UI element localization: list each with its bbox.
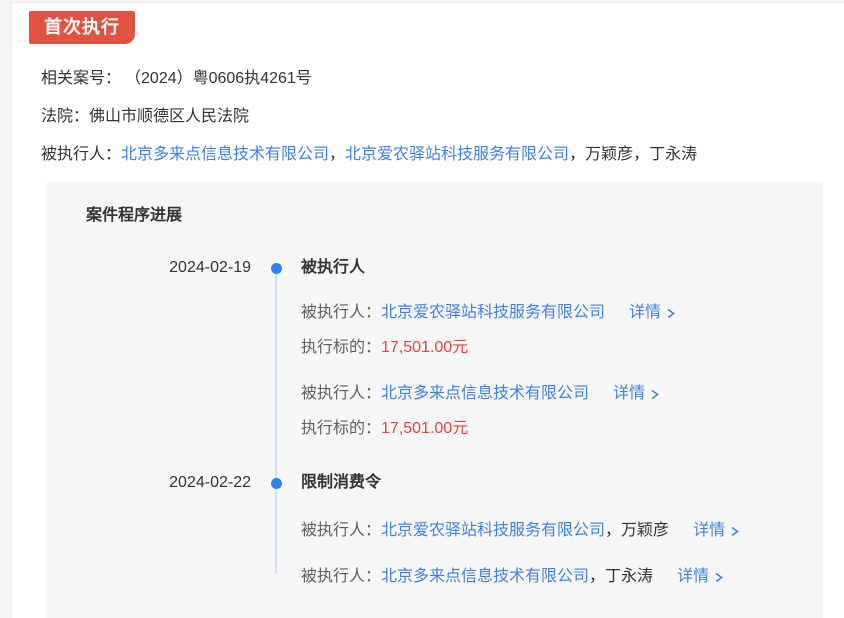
timeline-event: 2024-02-19 被执行人 被执行人：北京爱农驿站科技服务有限公司 详情 执行… bbox=[46, 257, 823, 464]
separator: ， bbox=[633, 146, 650, 163]
separator: ， bbox=[589, 568, 606, 585]
execution-detail-card: 首次执行 相关案号： （2024）粤0606执4261号 法院：佛山市顺德区人民法… bbox=[11, 2, 844, 618]
timeline-dot-icon bbox=[270, 478, 282, 489]
executee-detail-row: 被执行人：北京爱农驿站科技服务有限公司，万颖彦 详情 bbox=[301, 520, 823, 542]
target-amount: 17,501.00元 bbox=[381, 420, 469, 437]
executee-company-link[interactable]: 北京多来点信息技术有限公司 bbox=[121, 146, 329, 163]
timeline-connector-line bbox=[275, 274, 277, 574]
case-number-value: （2024）粤0606执4261号 bbox=[133, 70, 312, 87]
event-title: 限制消费令 bbox=[301, 474, 382, 491]
execution-target-row: 执行标的：17,501.00元 bbox=[301, 418, 823, 440]
event-title: 被执行人 bbox=[301, 259, 366, 276]
timeline-dot-icon bbox=[270, 263, 282, 274]
case-number-label: 相关案号： bbox=[41, 70, 122, 87]
first-execution-badge: 首次执行 bbox=[29, 11, 135, 44]
separator: ， bbox=[605, 522, 622, 539]
detail-link[interactable]: 详情 bbox=[613, 383, 661, 405]
detail-link[interactable]: 详情 bbox=[693, 520, 741, 542]
detail-link[interactable]: 详情 bbox=[677, 566, 725, 588]
executee-person: 丁永涛 bbox=[605, 568, 654, 585]
executee-company-link[interactable]: 北京多来点信息技术有限公司 bbox=[381, 568, 589, 585]
executee-company-link[interactable]: 北京爱农驿站科技服务有限公司 bbox=[381, 304, 605, 321]
executee-detail-row: 被执行人：北京多来点信息技术有限公司，丁永涛 详情 bbox=[301, 566, 823, 588]
separator: ， bbox=[329, 146, 346, 163]
target-label: 执行标的： bbox=[301, 420, 382, 437]
executee-label: 被执行人： bbox=[301, 385, 382, 402]
case-number-row: 相关案号： （2024）粤0606执4261号 bbox=[41, 68, 844, 90]
panel-title: 案件程序进展 bbox=[86, 207, 183, 224]
chevron-right-icon bbox=[667, 308, 675, 318]
chevron-right-icon bbox=[715, 572, 723, 582]
executee-person: 万颖彦 bbox=[585, 146, 634, 163]
event-entry: 被执行人：北京多来点信息技术有限公司 详情 执行标的：17,501.00元 bbox=[301, 383, 823, 440]
court-label: 法院： bbox=[41, 108, 90, 125]
target-amount: 17,501.00元 bbox=[381, 339, 469, 356]
event-date: 2024-02-19 bbox=[169, 259, 251, 276]
court-row: 法院：佛山市顺德区人民法院 bbox=[41, 106, 844, 128]
executee-detail-row: 被执行人：北京多来点信息技术有限公司 详情 bbox=[301, 383, 823, 405]
executee-person: 丁永涛 bbox=[649, 146, 698, 163]
timeline: 2024-02-19 被执行人 被执行人：北京爱农驿站科技服务有限公司 详情 执行… bbox=[46, 257, 823, 612]
detail-link[interactable]: 详情 bbox=[629, 302, 677, 324]
executee-label: 被执行人： bbox=[41, 146, 122, 163]
chevron-right-icon bbox=[731, 526, 739, 536]
target-label: 执行标的： bbox=[301, 339, 382, 356]
execution-target-row: 执行标的：17,501.00元 bbox=[301, 337, 823, 359]
executee-person: 万颖彦 bbox=[621, 522, 670, 539]
event-entry: 被执行人：北京多来点信息技术有限公司，丁永涛 详情 bbox=[301, 566, 823, 588]
executee-company-link[interactable]: 北京爱农驿站科技服务有限公司 bbox=[345, 146, 569, 163]
executee-company-link[interactable]: 北京多来点信息技术有限公司 bbox=[381, 385, 589, 402]
executee-label: 被执行人： bbox=[301, 568, 382, 585]
executee-label: 被执行人： bbox=[301, 522, 382, 539]
court-value: 佛山市顺德区人民法院 bbox=[89, 108, 250, 125]
event-entry: 被执行人：北京爱农驿站科技服务有限公司，万颖彦 详情 bbox=[301, 520, 823, 542]
event-entry: 被执行人：北京爱农驿站科技服务有限公司 详情 执行标的：17,501.00元 bbox=[301, 302, 823, 359]
executee-label: 被执行人： bbox=[301, 304, 382, 321]
timeline-event: 2024-02-22 限制消费令 被执行人：北京爱农驿站科技服务有限公司，万颖彦… bbox=[46, 472, 823, 612]
separator: ， bbox=[569, 146, 586, 163]
case-progress-panel: 案件程序进展 2024-02-19 被执行人 被执行人：北京爱农驿站科技服务有限… bbox=[46, 182, 823, 618]
executee-company-link[interactable]: 北京爱农驿站科技服务有限公司 bbox=[381, 522, 605, 539]
case-info-section: 相关案号： （2024）粤0606执4261号 法院：佛山市顺德区人民法院 被执行… bbox=[41, 68, 844, 166]
chevron-right-icon bbox=[651, 389, 659, 399]
executee-detail-row: 被执行人：北京爱农驿站科技服务有限公司 详情 bbox=[301, 302, 823, 324]
executee-row: 被执行人：北京多来点信息技术有限公司，北京爱农驿站科技服务有限公司，万颖彦，丁永… bbox=[41, 144, 844, 166]
event-date: 2024-02-22 bbox=[169, 474, 251, 491]
